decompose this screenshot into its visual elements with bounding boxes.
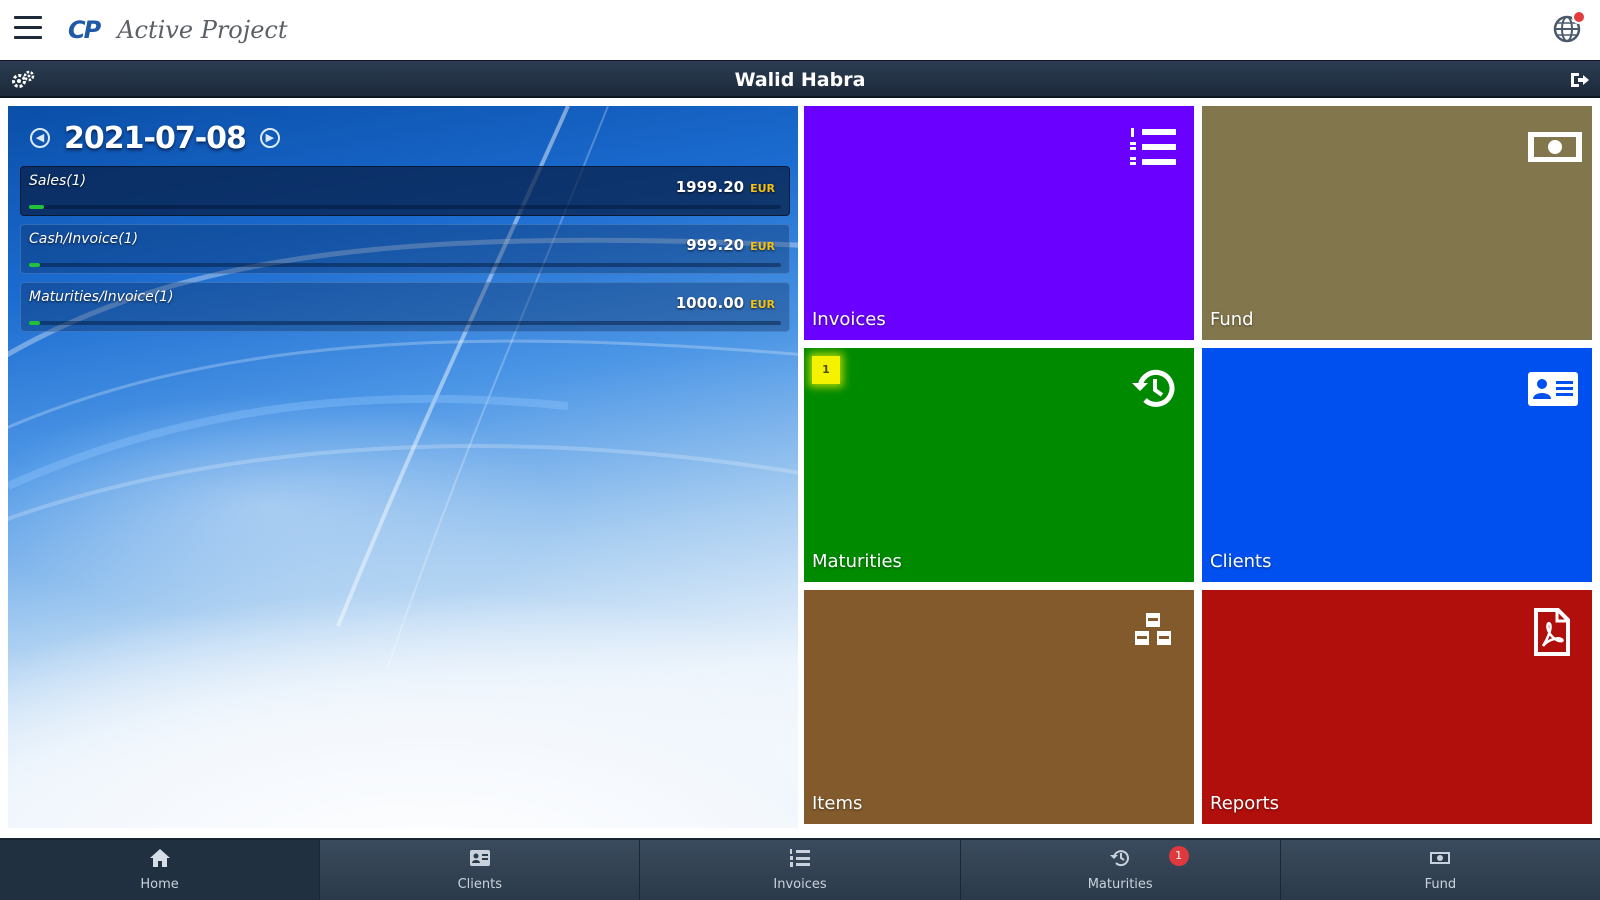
- stat-label: Cash/Invoice(1): [29, 231, 139, 247]
- stat-currency: EUR: [750, 298, 775, 311]
- app-bar: CP Active Project: [0, 0, 1600, 60]
- stat-amount: 999.20 EUR: [686, 236, 775, 254]
- stat-label: Maturities/Invoice(1): [29, 289, 174, 305]
- nav-label: Invoices: [773, 877, 827, 892]
- stat-progress-bar: [29, 263, 781, 267]
- tile-label: Invoices: [812, 309, 886, 330]
- logo-text: Active Project: [117, 16, 288, 44]
- notification-dot: [1572, 10, 1586, 24]
- pdf-file-icon: [1526, 608, 1576, 656]
- numbered-list-icon: [789, 848, 811, 868]
- numbered-list-icon: [1128, 124, 1178, 170]
- dashboard-summary-panel: ◀ 2021-07-08 ▶ Sales(1) 1999.20 EUR Cash/…: [8, 106, 798, 828]
- history-icon: [1128, 366, 1178, 412]
- nav-label: Home: [140, 877, 179, 892]
- maturities-nav-badge: 1: [1168, 846, 1189, 866]
- tile-reports[interactable]: Reports: [1202, 590, 1592, 824]
- nav-home[interactable]: Home: [0, 840, 321, 900]
- money-bill-icon: [1526, 124, 1582, 170]
- tile-clients[interactable]: Clients: [1202, 348, 1592, 582]
- stat-cash-invoice[interactable]: Cash/Invoice(1) 999.20 EUR: [20, 224, 790, 274]
- tile-items[interactable]: Items: [804, 590, 1194, 824]
- nav-clients[interactable]: Clients: [320, 840, 641, 900]
- tile-label: Maturities: [812, 551, 902, 572]
- stat-currency: EUR: [750, 182, 775, 195]
- money-bill-icon: [1429, 848, 1451, 868]
- stat-progress-bar: [29, 321, 781, 325]
- maturities-count-badge: 1: [812, 356, 840, 384]
- bottom-navigation: Home Clients Invoices 1 Maturities Fund: [0, 838, 1600, 900]
- nav-fund[interactable]: Fund: [1280, 840, 1600, 900]
- next-date-icon[interactable]: ▶: [259, 128, 280, 148]
- language-globe-icon[interactable]: [1552, 10, 1586, 44]
- nav-label: Clients: [457, 877, 503, 892]
- tile-fund[interactable]: Fund: [1202, 106, 1592, 340]
- nav-invoices[interactable]: Invoices: [640, 840, 961, 900]
- stat-amount: 1000.00 EUR: [675, 294, 775, 312]
- stat-maturities-invoice[interactable]: Maturities/Invoice(1) 1000.00 EUR: [20, 282, 790, 332]
- logo-mark: CP: [68, 16, 101, 44]
- nav-label: Fund: [1424, 877, 1457, 892]
- date-selector: ◀ 2021-07-08 ▶: [30, 120, 280, 156]
- menu-icon[interactable]: [14, 16, 42, 40]
- nav-maturities[interactable]: 1 Maturities: [960, 840, 1281, 900]
- home-icon: [149, 848, 171, 868]
- cubes-icon: [1128, 608, 1178, 654]
- stat-label: Sales(1): [29, 173, 87, 189]
- app-logo: CP Active Project: [68, 12, 288, 48]
- previous-date-icon[interactable]: ◀: [30, 128, 50, 148]
- stat-progress-bar: [29, 205, 781, 209]
- logout-icon[interactable]: [1568, 70, 1590, 90]
- tile-label: Fund: [1210, 309, 1254, 330]
- tile-label: Items: [812, 793, 863, 814]
- tile-maturities[interactable]: 1 Maturities: [804, 348, 1194, 582]
- tile-invoices[interactable]: Invoices: [804, 106, 1194, 340]
- contact-card-icon: [469, 848, 491, 868]
- tile-label: Reports: [1210, 793, 1280, 814]
- tile-label: Clients: [1210, 551, 1272, 572]
- history-icon: [1109, 848, 1131, 868]
- user-header: Walid Habra: [0, 60, 1600, 98]
- stat-currency: EUR: [750, 240, 775, 253]
- user-name: Walid Habra: [734, 69, 866, 91]
- stat-amount: 1999.20 EUR: [675, 178, 775, 196]
- nav-label: Maturities: [1087, 877, 1153, 892]
- current-date[interactable]: 2021-07-08: [64, 121, 247, 156]
- contact-card-icon: [1526, 366, 1578, 412]
- stat-sales[interactable]: Sales(1) 1999.20 EUR: [20, 166, 790, 216]
